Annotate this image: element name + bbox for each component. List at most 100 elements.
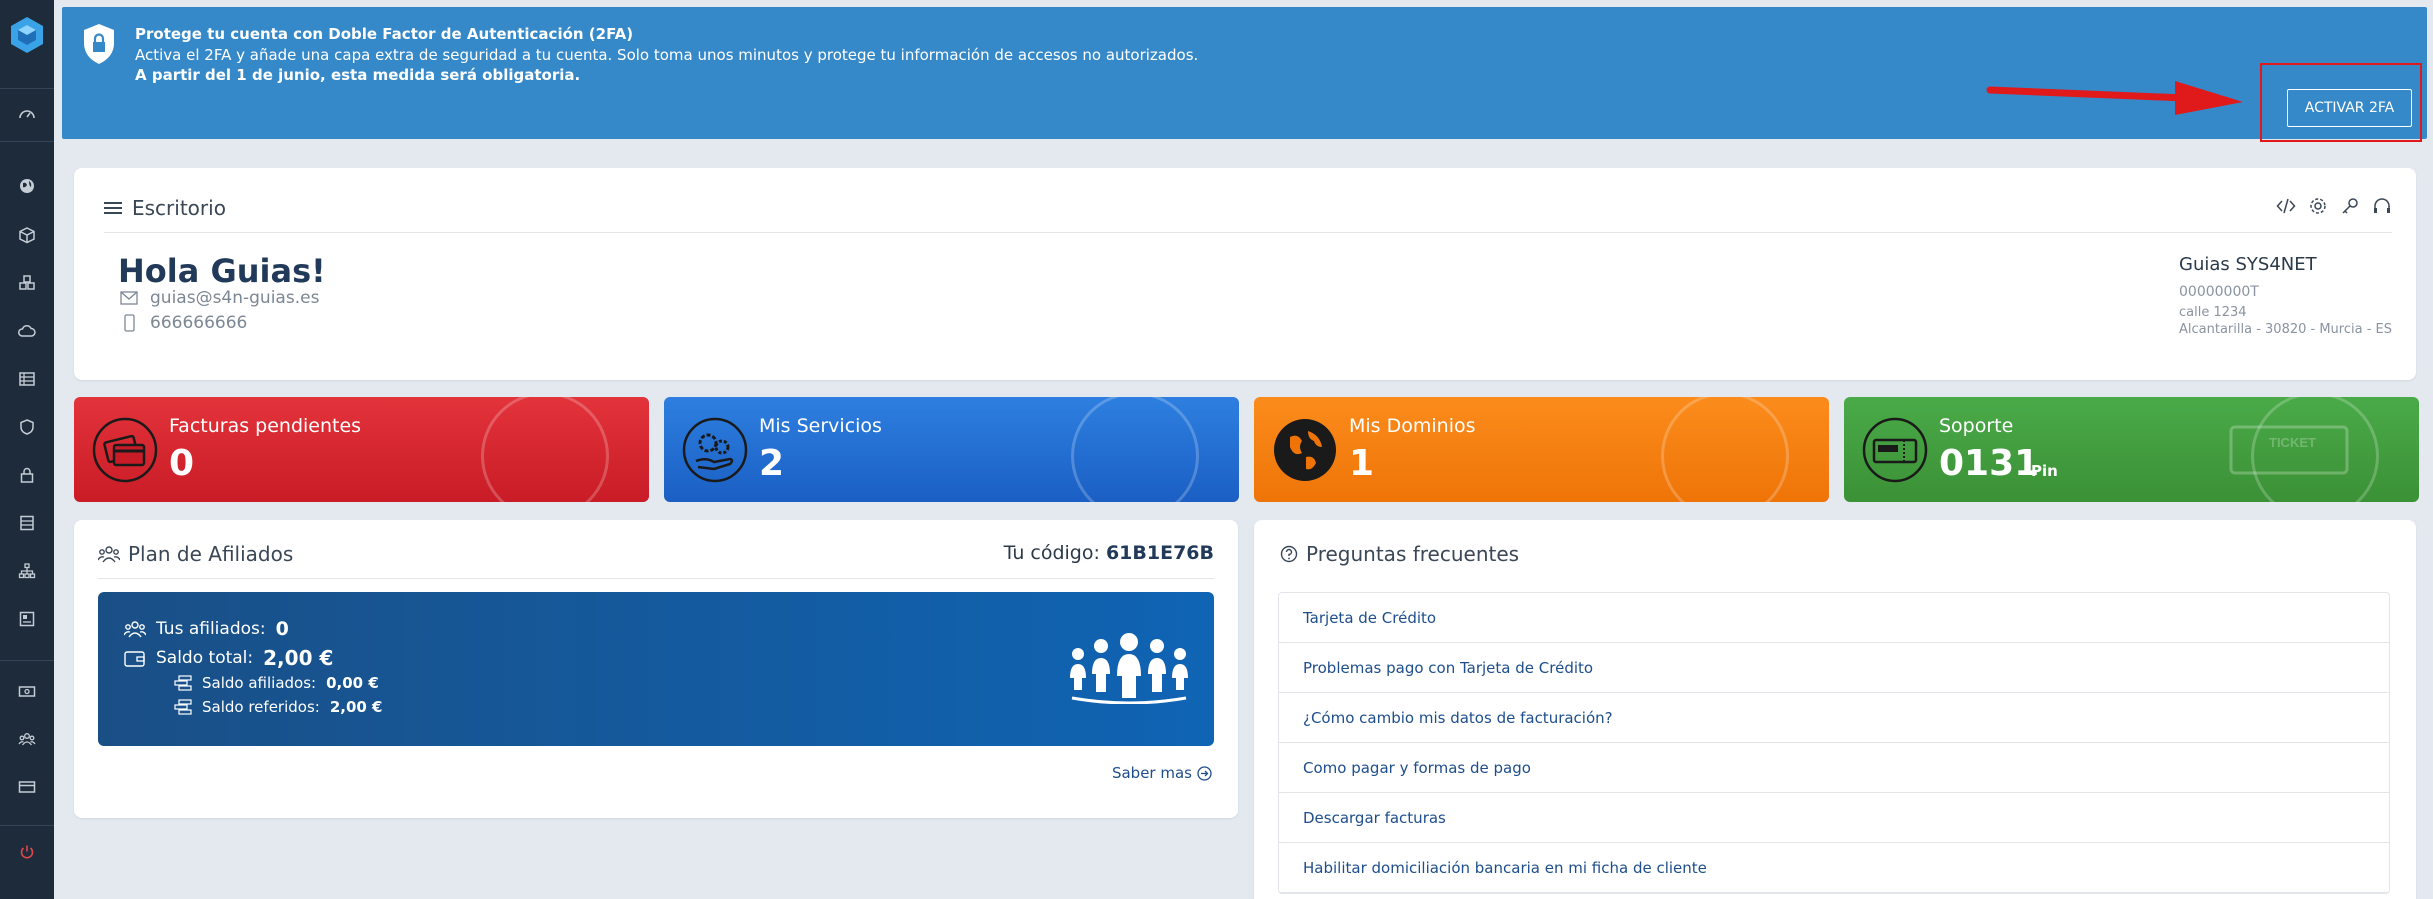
server-list-icon [19, 372, 35, 386]
total-balance-row: Saldo total: 2,00 € [124, 646, 333, 670]
sidebar-divider [0, 825, 54, 826]
shield-icon [20, 419, 34, 435]
faq-item[interactable]: Como pagar y formas de pago [1279, 743, 2389, 793]
sidebar-item-servers[interactable] [0, 362, 54, 396]
company-tax-id: 00000000T [2179, 284, 2259, 300]
menu-icon[interactable] [104, 201, 122, 215]
users-icon [124, 621, 146, 638]
faq-item[interactable]: Problemas pago con Tarjeta de Crédito [1279, 643, 2389, 693]
sidebar-item-logout[interactable] [0, 835, 54, 869]
affiliates-count-label: Tus afiliados: [156, 619, 266, 639]
faq-item[interactable]: ¿Cómo cambio mis datos de facturación? [1279, 693, 2389, 743]
learn-more-label: Saber mas [1111, 764, 1192, 782]
sidebar-item-billing[interactable] [0, 674, 54, 708]
sidebar-item-products[interactable] [0, 218, 54, 252]
people-group-icon [1070, 633, 1188, 704]
company-name: Guias SYS4NET [2179, 254, 2317, 275]
company-city: Alcantarilla - 30820 - Murcia - ES [2179, 322, 2392, 337]
sidebar-item-network[interactable] [0, 554, 54, 588]
money-icon [18, 686, 36, 697]
sidebar-item-news[interactable] [0, 602, 54, 636]
newspaper-icon [19, 611, 35, 627]
gears-bg-icon [1071, 397, 1199, 502]
banner-warning: A partir del 1 de junio, esta medida ser… [135, 66, 581, 84]
highlight-box-annotation [2260, 63, 2422, 142]
referral-balance-value: 2,00 € [329, 698, 383, 716]
faq-list: Tarjeta de Crédito Problemas pago con Ta… [1278, 592, 2390, 894]
question-circle-icon [1280, 545, 1298, 563]
sitemap-icon [18, 563, 36, 579]
user-email: guias@s4n-guias.es [150, 288, 320, 308]
ticket-watermark-text: TICKET [2269, 435, 2316, 450]
affiliate-balance-row: Saldo afiliados: 0,00 € [174, 674, 379, 692]
headset-icon[interactable] [2372, 196, 2392, 216]
referral-balance-label: Saldo referidos: [202, 698, 320, 716]
desk-toolbar [2276, 196, 2392, 216]
desk-header: Escritorio [104, 196, 226, 220]
power-icon [20, 845, 34, 859]
sidebar-item-payment[interactable] [0, 770, 54, 804]
wallet-icon [124, 651, 145, 667]
stat-card-domains[interactable]: Mis Dominios 1 [1254, 397, 1829, 502]
gear-icon[interactable] [2308, 196, 2328, 216]
credit-card-bg-icon [481, 397, 609, 502]
greeting: Hola Guias! [118, 252, 326, 290]
total-balance-value: 2,00 € [263, 646, 334, 670]
banner-text: Activa el 2FA y añade una capa extra de … [135, 46, 1199, 64]
globe-icon [20, 179, 34, 193]
desk-divider [104, 232, 2392, 233]
sidebar-item-domains[interactable] [0, 169, 54, 203]
affiliates-header: Plan de Afiliados [98, 542, 293, 566]
sidebar [0, 0, 54, 899]
affiliates-count-row: Tus afiliados: 0 [124, 618, 289, 640]
sidebar-divider [0, 660, 54, 661]
sidebar-item-dashboard[interactable] [0, 97, 54, 131]
stat-card-services[interactable]: Mis Servicios 2 [664, 397, 1239, 502]
sidebar-item-storage[interactable] [0, 506, 54, 540]
credit-card-icon [18, 781, 36, 793]
user-phone: 666666666 [150, 313, 248, 333]
sidebar-item-cloud[interactable] [0, 314, 54, 348]
sidebar-item-packages[interactable] [0, 266, 54, 300]
faq-item[interactable]: Descargar facturas [1279, 793, 2389, 843]
users-icon [98, 546, 120, 563]
envelope-icon [120, 291, 138, 305]
twofa-banner: Protege tu cuenta con Doble Factor de Au… [62, 7, 2427, 139]
cloud-icon [18, 324, 36, 337]
services-label: Mis Servicios [759, 415, 882, 437]
affiliate-code: Tu código: 61B1E76B [1004, 542, 1214, 564]
globe-icon [1274, 419, 1336, 481]
sidebar-item-ssl[interactable] [0, 458, 54, 492]
sidebar-item-security[interactable] [0, 410, 54, 444]
globe-bg-icon [1661, 397, 1789, 502]
domains-value: 1 [1349, 443, 1375, 484]
database-icon [20, 515, 34, 531]
email-row: guias@s4n-guias.es [120, 288, 319, 308]
support-label: Soporte [1939, 415, 2014, 437]
logo-icon[interactable] [8, 15, 46, 55]
code-icon[interactable] [2276, 196, 2296, 216]
lock-icon [20, 467, 34, 483]
desk-card: Escritorio Hola Guias! guias@s4n-guias.e… [74, 168, 2416, 380]
faq-item[interactable]: Habilitar domiciliación bancaria en mi f… [1279, 843, 2389, 893]
stat-card-support[interactable]: TICKET Soporte 0131 Pin [1844, 397, 2419, 502]
faq-title: Preguntas frecuentes [1306, 542, 1520, 566]
affiliate-balance-label: Saldo afiliados: [202, 674, 317, 692]
banner-title: Protege tu cuenta con Doble Factor de Au… [135, 25, 634, 43]
invoices-label: Facturas pendientes [169, 415, 362, 437]
learn-more-link[interactable]: Saber mas [1112, 764, 1212, 782]
phone-row: 666666666 [120, 313, 247, 333]
affiliates-title: Plan de Afiliados [128, 542, 294, 566]
company-street: calle 1234 [2179, 305, 2247, 320]
key-icon[interactable] [2340, 196, 2360, 216]
stat-card-invoices[interactable]: Facturas pendientes 0 [74, 397, 649, 502]
coins-icon [174, 699, 192, 715]
desk-title: Escritorio [132, 196, 226, 220]
faq-item[interactable]: Tarjeta de Crédito [1279, 593, 2389, 643]
support-pin-label: Pin [2031, 462, 2058, 480]
cubes-icon [19, 275, 35, 290]
red-arrow-annotation [1986, 81, 2243, 115]
total-balance-label: Saldo total: [156, 648, 254, 668]
shield-lock-icon [84, 24, 114, 64]
sidebar-item-affiliates[interactable] [0, 722, 54, 756]
